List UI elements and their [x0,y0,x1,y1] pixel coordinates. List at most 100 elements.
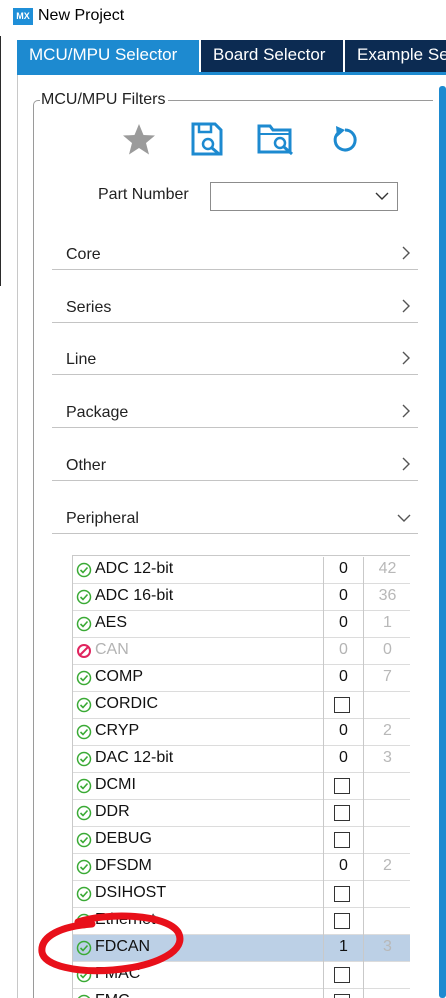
column-divider [363,989,364,998]
window-title: New Project [38,7,125,24]
peripheral-name: AES [95,614,128,631]
peripheral-name: CAN [95,641,129,658]
peripheral-name: CRYP [95,722,140,739]
reset-icon[interactable] [327,120,365,160]
peripheral-count[interactable]: 0 [324,668,363,686]
save-search-icon[interactable] [189,120,227,160]
tab-mcu-mpu-selector[interactable]: MCU/MPU Selector [17,40,199,72]
peripheral-row[interactable]: CAN 0 0 [73,638,410,665]
section-label: Core [66,246,101,263]
filter-section-package[interactable]: Package [52,398,418,428]
check-circle-icon [76,589,92,605]
peripheral-row[interactable]: DAC 12-bit 0 3 [73,746,410,773]
peripheral-max: 42 [378,560,397,577]
tab-board-selector[interactable]: Board Selector [201,40,343,72]
check-circle-icon [76,670,92,686]
peripheral-name: DEBUG [95,830,152,847]
peripheral-count[interactable]: 0 [324,614,363,632]
section-label: Peripheral [66,510,139,527]
peripheral-checkbox[interactable] [334,778,350,794]
filter-section-other[interactable]: Other [52,451,418,481]
filter-section-series[interactable]: Series [52,293,418,323]
chevron-right-icon [402,246,410,260]
check-circle-icon [76,751,92,767]
peripheral-max: 36 [378,587,397,604]
peripheral-row[interactable]: DEBUG [73,827,410,854]
peripheral-checkbox[interactable] [334,805,350,821]
peripheral-row[interactable]: COMP 0 7 [73,665,410,692]
filter-section-peripheral[interactable]: Peripheral [52,504,418,534]
peripheral-count[interactable]: 0 [324,560,363,578]
peripheral-checkbox[interactable] [334,967,350,983]
open-search-icon[interactable] [256,120,294,160]
column-divider [363,827,364,854]
vertical-scrollbar[interactable] [439,86,446,998]
peripheral-checkbox[interactable] [334,697,350,713]
blocked-icon [76,643,92,659]
peripheral-row[interactable]: CORDIC [73,692,410,719]
peripheral-row[interactable]: DDR [73,800,410,827]
tab-underline [17,72,446,75]
peripheral-checkbox[interactable] [334,832,350,848]
app-logo-icon: MX [13,8,33,25]
peripheral-checkbox[interactable] [334,886,350,902]
column-divider [323,962,324,989]
peripheral-row[interactable]: ADC 12-bit 0 42 [73,557,410,584]
peripheral-row[interactable]: AES 0 1 [73,611,410,638]
peripheral-row[interactable]: FMC [73,989,410,998]
chevron-down-icon [375,192,389,200]
check-circle-icon [76,832,92,848]
column-divider [323,800,324,827]
peripheral-checkbox[interactable] [334,994,350,998]
peripheral-name: CORDIC [95,695,159,712]
part-number-combobox[interactable] [210,182,398,211]
filters-group-title: MCU/MPU Filters [40,91,169,109]
annotation-circle [38,912,184,975]
tab-example-selector[interactable]: Example Selector [345,40,446,72]
peripheral-max: 0 [383,641,392,658]
peripheral-count[interactable]: 0 [324,722,363,740]
column-divider [323,827,324,854]
column-divider [363,692,364,719]
peripheral-name: DAC 12-bit [95,749,174,766]
check-circle-icon [76,994,92,998]
peripheral-name: DSIHOST [95,884,167,901]
peripheral-max: 2 [383,857,392,874]
peripheral-count[interactable]: 0 [324,749,363,767]
column-divider [323,692,324,719]
peripheral-max: 2 [383,722,392,739]
filter-section-core[interactable]: Core [52,240,418,270]
peripheral-row[interactable]: DSIHOST [73,881,410,908]
peripheral-row[interactable]: DFSDM 0 2 [73,854,410,881]
peripheral-row[interactable]: ADC 16-bit 0 36 [73,584,410,611]
peripheral-name: ADC 16-bit [95,587,174,604]
peripheral-count[interactable]: 0 [324,857,363,875]
peripheral-count[interactable]: 1 [324,938,363,956]
peripheral-name: FMC [95,992,130,998]
chevron-right-icon [402,457,410,471]
column-divider [363,773,364,800]
peripheral-count[interactable]: 0 [324,587,363,605]
check-circle-icon [76,724,92,740]
check-circle-icon [76,805,92,821]
peripheral-row[interactable]: DCMI [73,773,410,800]
star-icon[interactable] [120,120,158,160]
column-divider [323,908,324,935]
panel-border [17,75,18,998]
filter-section-line[interactable]: Line [52,345,418,375]
window-edge [0,36,1,286]
column-divider [323,881,324,908]
check-circle-icon [76,562,92,578]
chevron-down-icon [397,514,411,522]
peripheral-row[interactable]: CRYP 0 2 [73,719,410,746]
chevron-right-icon [402,299,410,313]
section-label: Other [66,457,107,474]
peripheral-name: DCMI [95,776,136,793]
column-divider [363,800,364,827]
section-label: Package [66,404,129,421]
column-divider [323,773,324,800]
peripheral-count[interactable]: 0 [324,641,363,659]
peripheral-checkbox[interactable] [334,913,350,929]
check-circle-icon [76,697,92,713]
peripheral-name: DFSDM [95,857,152,874]
